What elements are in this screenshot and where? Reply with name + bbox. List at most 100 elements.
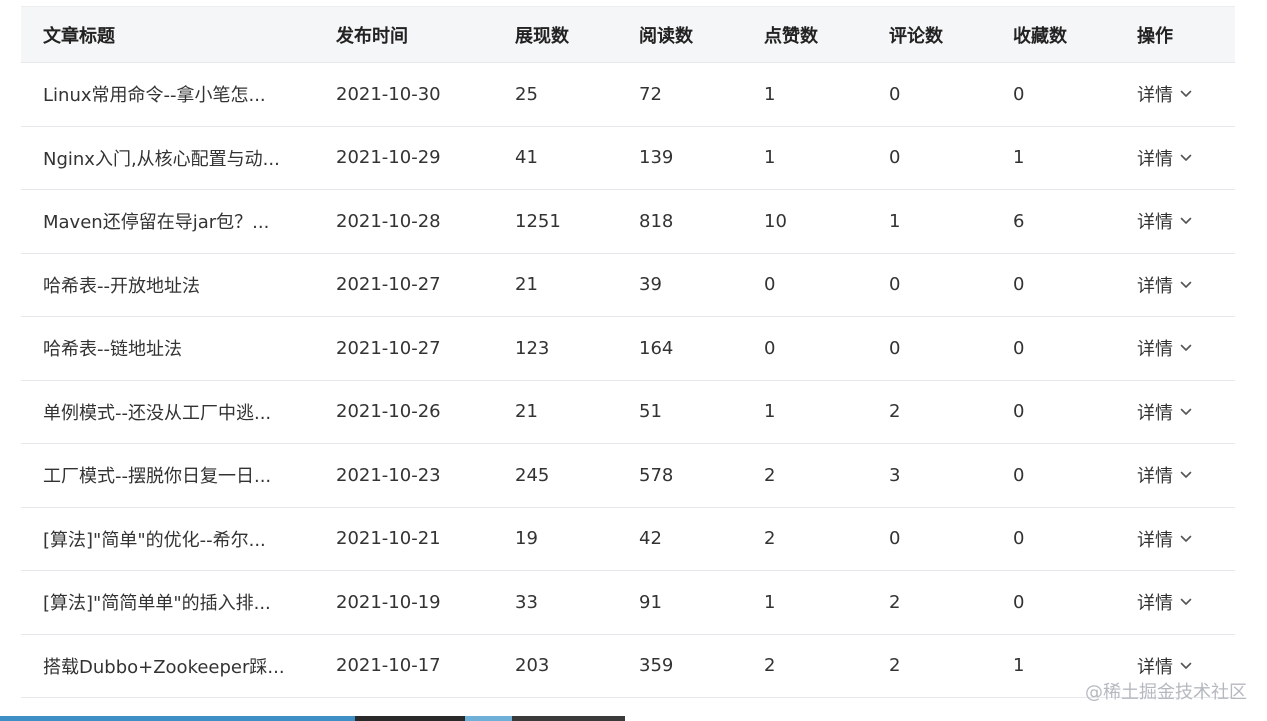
- chevron-down-icon: [1180, 154, 1192, 161]
- details-label: 详情: [1137, 339, 1173, 361]
- details-label: 详情: [1137, 529, 1173, 551]
- favorites-cell: 0: [1013, 401, 1025, 423]
- article-title-cell[interactable]: [算法]"简单"的优化--希尔...: [21, 507, 314, 571]
- impressions-cell: 203: [515, 655, 550, 677]
- column-header-likes: 点赞数: [742, 6, 867, 63]
- impressions-cell: 19: [515, 528, 538, 550]
- article-title-cell[interactable]: Maven还停留在导jar包？...: [21, 190, 314, 254]
- impressions-cell: 245: [515, 464, 550, 486]
- article-title-cell[interactable]: 工厂模式--摆脱你日复一日...: [21, 444, 314, 508]
- reads-cell: 139: [639, 147, 674, 169]
- strip-segment: [355, 716, 465, 721]
- reads-cell: 818: [639, 210, 674, 232]
- comments-cell: 2: [889, 591, 901, 613]
- comments-cell: 0: [889, 337, 901, 359]
- comments-cell: 1: [889, 210, 901, 232]
- table-body: Linux常用命令--拿小笔怎... 2021-10-30 25 72 1 0 …: [21, 63, 1235, 698]
- comments-cell: 3: [889, 464, 901, 486]
- article-title-cell[interactable]: Linux常用命令--拿小笔怎...: [21, 63, 314, 127]
- favorites-cell: 0: [1013, 337, 1025, 359]
- chevron-down-icon: [1180, 344, 1192, 352]
- column-header-impressions: 展现数: [493, 6, 617, 63]
- publish-date-cell: 2021-10-17: [336, 655, 441, 677]
- details-dropdown-button[interactable]: 详情: [1137, 526, 1193, 552]
- column-header-favorites: 收藏数: [991, 6, 1115, 63]
- publish-date-cell: 2021-10-27: [336, 337, 441, 359]
- impressions-cell: 21: [515, 401, 538, 423]
- reads-cell: 91: [639, 591, 662, 613]
- strip-segment: [512, 716, 625, 721]
- table-row: 搭载Dubbo+Zookeeper踩... 2021-10-17 203 359…: [21, 634, 1235, 698]
- details-label: 详情: [1137, 148, 1173, 170]
- column-header-reads: 阅读数: [617, 6, 742, 63]
- table-header: 文章标题 发布时间 展现数 阅读数 点赞数 评论数 收藏数 操作: [21, 6, 1235, 63]
- details-label: 详情: [1137, 466, 1173, 488]
- favorites-cell: 0: [1013, 464, 1025, 486]
- table-row: Linux常用命令--拿小笔怎... 2021-10-30 25 72 1 0 …: [21, 63, 1235, 127]
- comments-cell: 0: [889, 528, 901, 550]
- likes-cell: 2: [764, 528, 776, 550]
- table-row: [算法]"简单"的优化--希尔... 2021-10-21 19 42 2 0 …: [21, 507, 1235, 571]
- action-cell: 详情: [1115, 380, 1235, 444]
- chevron-down-icon: [1180, 217, 1192, 225]
- favorites-cell: 0: [1013, 528, 1025, 550]
- article-title-cell[interactable]: [算法]"简简单单"的插入排...: [21, 571, 314, 635]
- comments-cell: 2: [889, 401, 901, 423]
- likes-cell: 1: [764, 83, 776, 105]
- chevron-down-icon: [1180, 281, 1192, 288]
- strip-segment: [465, 716, 512, 721]
- table-row: 哈希表--链地址法 2021-10-27 123 164 0 0 0 详情: [21, 317, 1235, 381]
- details-dropdown-button[interactable]: 详情: [1137, 335, 1193, 361]
- reads-cell: 578: [639, 464, 674, 486]
- details-dropdown-button[interactable]: 详情: [1137, 589, 1193, 615]
- likes-cell: 1: [764, 147, 776, 169]
- table-row: [算法]"简简单单"的插入排... 2021-10-19 33 91 1 2 0…: [21, 571, 1235, 635]
- impressions-cell: 1251: [515, 210, 561, 232]
- article-title-cell[interactable]: 单例模式--还没从工厂中逃...: [21, 380, 314, 444]
- likes-cell: 1: [764, 401, 776, 423]
- details-dropdown-button[interactable]: 详情: [1137, 81, 1193, 107]
- article-title-cell[interactable]: 哈希表--链地址法: [21, 317, 314, 381]
- chevron-down-icon: [1180, 90, 1192, 98]
- details-label: 详情: [1137, 275, 1173, 297]
- favorites-cell: 0: [1013, 83, 1025, 105]
- table-row: Maven还停留在导jar包？... 2021-10-28 1251 818 1…: [21, 190, 1235, 254]
- publish-date-cell: 2021-10-27: [336, 274, 441, 296]
- article-title-cell[interactable]: 哈希表--开放地址法: [21, 253, 314, 317]
- likes-cell: 0: [764, 274, 776, 296]
- favorites-cell: 1: [1013, 147, 1025, 169]
- favorites-cell: 6: [1013, 210, 1025, 232]
- article-title-cell[interactable]: Nginx入门,从核心配置与动...: [21, 126, 314, 190]
- impressions-cell: 41: [515, 147, 538, 169]
- details-dropdown-button[interactable]: 详情: [1137, 653, 1193, 679]
- publish-date-cell: 2021-10-29: [336, 147, 441, 169]
- reads-cell: 51: [639, 401, 662, 423]
- column-header-publish-time: 发布时间: [314, 6, 493, 63]
- chevron-down-icon: [1180, 598, 1192, 606]
- likes-cell: 1: [764, 591, 776, 613]
- details-dropdown-button[interactable]: 详情: [1137, 145, 1193, 171]
- action-cell: 详情: [1115, 444, 1235, 508]
- comments-cell: 0: [889, 83, 901, 105]
- details-dropdown-button[interactable]: 详情: [1137, 399, 1193, 425]
- impressions-cell: 25: [515, 83, 538, 105]
- details-dropdown-button[interactable]: 详情: [1137, 208, 1193, 234]
- action-cell: 详情: [1115, 317, 1235, 381]
- action-cell: 详情: [1115, 126, 1235, 190]
- table-row: 哈希表--开放地址法 2021-10-27 21 39 0 0 0 详情: [21, 253, 1235, 317]
- strip-segment: [0, 716, 355, 721]
- table-header-row: 文章标题 发布时间 展现数 阅读数 点赞数 评论数 收藏数 操作: [21, 6, 1235, 63]
- reads-cell: 42: [639, 528, 662, 550]
- details-dropdown-button[interactable]: 详情: [1137, 462, 1193, 488]
- impressions-cell: 33: [515, 591, 538, 613]
- action-cell: 详情: [1115, 253, 1235, 317]
- likes-cell: 10: [764, 210, 787, 232]
- action-cell: 详情: [1115, 63, 1235, 127]
- column-header-comments: 评论数: [867, 6, 991, 63]
- details-dropdown-button[interactable]: 详情: [1137, 272, 1193, 298]
- reads-cell: 72: [639, 83, 662, 105]
- article-stats-table-container: 文章标题 发布时间 展现数 阅读数 点赞数 评论数 收藏数 操作 Linux常用…: [21, 6, 1235, 698]
- bottom-color-strip: [0, 716, 625, 721]
- article-title-cell[interactable]: 搭载Dubbo+Zookeeper踩...: [21, 634, 314, 698]
- article-stats-table: 文章标题 发布时间 展现数 阅读数 点赞数 评论数 收藏数 操作 Linux常用…: [21, 6, 1235, 698]
